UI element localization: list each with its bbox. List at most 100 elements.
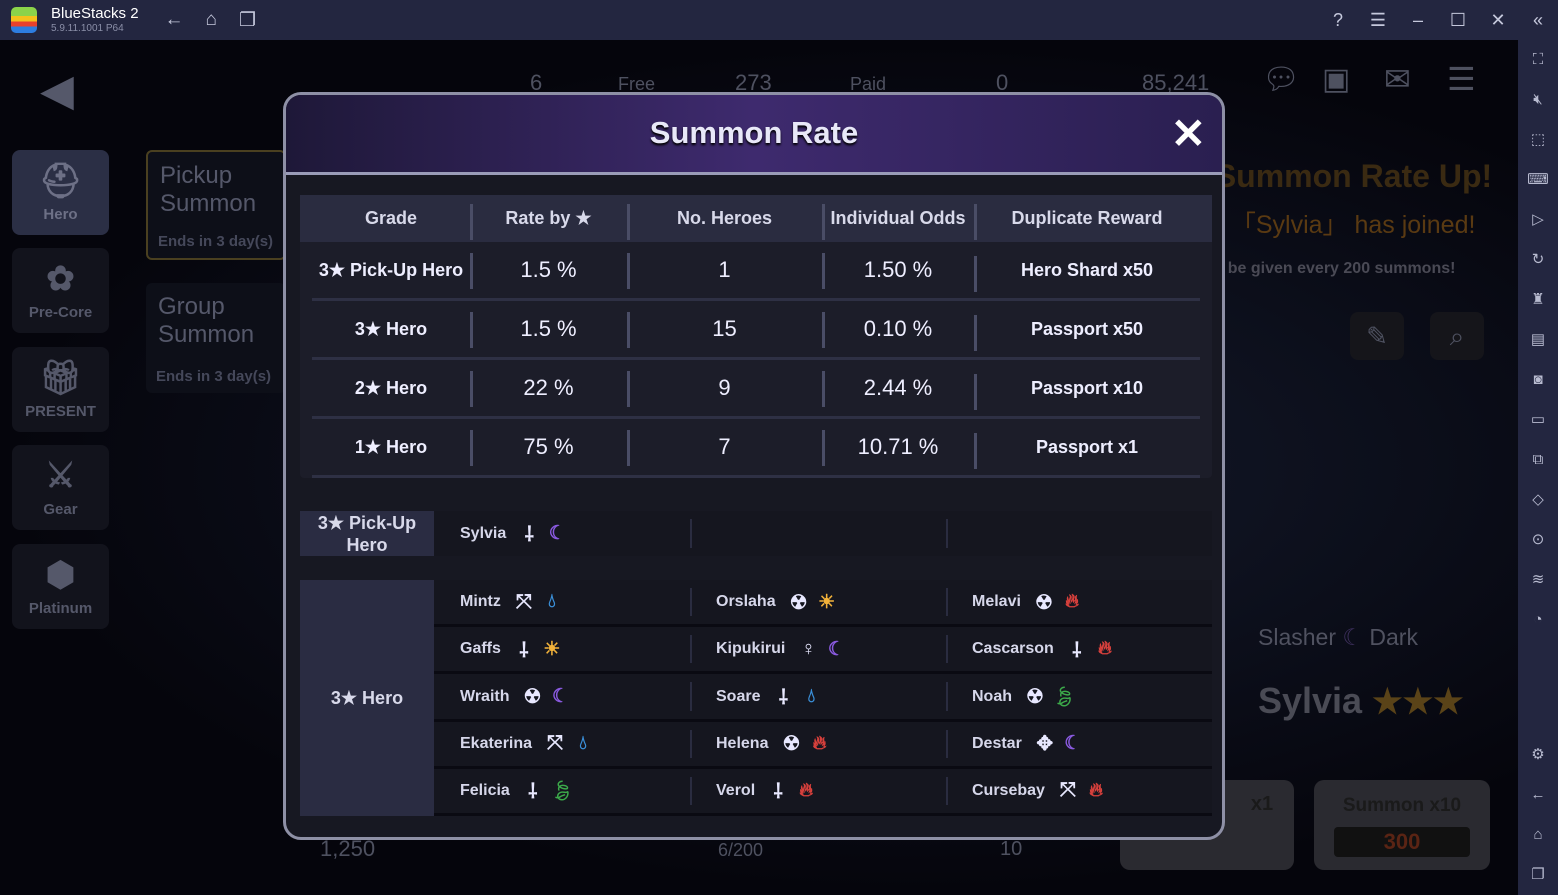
speed-icon[interactable]: ◔ bbox=[1518, 600, 1558, 640]
water-element-icon: 💧︎ bbox=[807, 685, 816, 707]
android-home-icon[interactable]: ⌂ bbox=[1518, 815, 1558, 855]
striker-class-icon: ☢ bbox=[1026, 686, 1044, 708]
promo-headline: Pick-Up Hero Summon Rate Up! bbox=[1005, 158, 1493, 194]
hero-name: Destar bbox=[972, 734, 1022, 752]
hero-name: Sylvia ★★★ bbox=[1258, 680, 1464, 721]
empty-cell bbox=[690, 511, 946, 556]
hero-row: Gaffs ⸸ ☀ Kipukirui ♀ ☾ Cascarson ⸸ 🔥︎ bbox=[434, 627, 1212, 675]
helmet-icon: ⛑ bbox=[38, 162, 83, 200]
macro-icon[interactable]: ▷ bbox=[1518, 200, 1558, 240]
nav-present[interactable]: 🎁︎ PRESENT bbox=[12, 347, 109, 432]
folder-icon[interactable]: ▭ bbox=[1518, 400, 1558, 440]
hero-info-button[interactable]: ✎ bbox=[1350, 312, 1404, 360]
rate-row: 3★ Hero 1.5 % 15 0.10 % Passport x50 bbox=[312, 301, 1200, 360]
event-pickup-summon[interactable]: Pickup Summon Ends in 3 day(s) bbox=[146, 150, 286, 260]
sword-class-icon: ⸸ bbox=[519, 639, 529, 662]
promo-note: ill be given every 200 summons! bbox=[1210, 260, 1456, 277]
light-element-icon: ☀ bbox=[818, 591, 836, 613]
help-icon[interactable]: ? bbox=[1318, 10, 1358, 31]
light-element-icon: ☀ bbox=[543, 638, 561, 660]
chat-icon[interactable]: 💬︎ bbox=[1262, 62, 1300, 97]
nav-platinum[interactable]: ⬢ Platinum bbox=[12, 544, 109, 629]
header-grade: Grade bbox=[364, 208, 418, 228]
hero-name: Orslaha bbox=[716, 593, 776, 611]
sword-class-icon: ⸸ bbox=[524, 524, 534, 546]
keyboard-icon[interactable]: ⌨ bbox=[1518, 160, 1558, 200]
maximize-icon[interactable]: ☐ bbox=[1438, 10, 1478, 31]
hero-entry: Noah ☢ 🍃︎ bbox=[946, 674, 1202, 718]
hero-entry: Mintz ⤧ 💧︎ bbox=[434, 580, 690, 624]
multi-instance-icon[interactable]: ❐ bbox=[239, 9, 256, 32]
pointer-icon[interactable]: ⬚ bbox=[1518, 120, 1558, 160]
screenshot-icon[interactable]: ◙ bbox=[1518, 360, 1558, 400]
rate-cell: 1.5 % bbox=[470, 312, 627, 348]
rate-cell: Passport x10 bbox=[974, 373, 1200, 410]
dark-element-icon: ☾ bbox=[827, 638, 845, 660]
hero-row: Felicia ⸸ 🍃︎ Verol ⸸ 🔥︎ Cursebay ⤧ 🔥︎ bbox=[434, 768, 1212, 817]
recent-apps-icon[interactable]: ❐ bbox=[1518, 855, 1558, 895]
rotate-icon[interactable]: ↻ bbox=[1518, 240, 1558, 280]
multi-instance-sync-icon[interactable]: ⧉ bbox=[1518, 440, 1558, 480]
hero-entry: Felicia ⸸ 🍃︎ bbox=[434, 769, 690, 813]
sword-class-icon: ⸸ bbox=[1072, 639, 1082, 662]
summon-x10-button[interactable]: Summon x10 300 bbox=[1314, 780, 1490, 870]
pickup-label: 3★ Pick-Up Hero bbox=[300, 511, 434, 556]
hero-name: Ekaterina bbox=[460, 734, 533, 752]
hero-row: Sylvia ⸸ ☾ bbox=[434, 511, 1212, 556]
sword-class-icon: ⸸ bbox=[528, 781, 538, 804]
back-icon[interactable]: ← bbox=[165, 9, 184, 31]
event-group-summon[interactable]: Group Summon Ends in 3 day(s) bbox=[146, 283, 286, 393]
collapse-sidebar-icon[interactable]: « bbox=[1518, 10, 1558, 31]
nav-hero[interactable]: ⛑ Hero bbox=[12, 150, 109, 235]
hero-entry: Soare ⸸ 💧︎ bbox=[690, 674, 946, 718]
nav-pre-core[interactable]: ✿ Pre-Core bbox=[12, 248, 109, 333]
game-back-icon[interactable]: ◀ bbox=[40, 65, 74, 116]
rate-cell: 1.5 % bbox=[470, 253, 627, 289]
apk-icon[interactable]: ▤ bbox=[1518, 320, 1558, 360]
app-name: BlueStacks 2 bbox=[51, 5, 139, 22]
hero-entry: Ekaterina ⤧ 💧︎ bbox=[434, 722, 690, 766]
location-icon[interactable]: ⊙ bbox=[1518, 520, 1558, 560]
three-star-label: 3★ Hero bbox=[300, 580, 434, 816]
hero-name: Noah bbox=[972, 687, 1012, 705]
header-reward: Duplicate Reward bbox=[974, 204, 1200, 240]
rate-cell: 7 bbox=[627, 430, 822, 466]
rate-cell: 3★ Hero bbox=[354, 318, 428, 339]
hero-entry: Destar ✥ ☾ bbox=[946, 722, 1202, 766]
game-menu-icon[interactable]: ☰ bbox=[1447, 60, 1476, 98]
game-controls-icon[interactable]: ♜ bbox=[1518, 280, 1558, 320]
menu-icon[interactable]: ☰ bbox=[1358, 10, 1398, 31]
hero-name: Verol bbox=[716, 781, 756, 799]
hero-entry: Melavi ☢ 🔥︎ bbox=[946, 580, 1202, 624]
fullscreen-icon[interactable]: ⛶ bbox=[1518, 40, 1558, 80]
home-icon[interactable]: ⌂ bbox=[206, 9, 217, 31]
water-element-icon: 💧︎ bbox=[548, 591, 556, 613]
minimize-icon[interactable]: – bbox=[1398, 10, 1438, 31]
fire-element-icon: 🔥︎ bbox=[1064, 591, 1079, 613]
hero-entry: Orslaha ☢ ☀ bbox=[690, 580, 946, 624]
bow-class-icon: ⤧ bbox=[515, 590, 532, 613]
bow-class-icon: ⤧ bbox=[547, 732, 564, 755]
layers-icon[interactable]: ≋ bbox=[1518, 560, 1558, 600]
eco-mode-icon[interactable]: ◇ bbox=[1518, 480, 1558, 520]
fire-element-icon: 🔥︎ bbox=[1088, 779, 1103, 801]
settings-icon[interactable]: ⚙ bbox=[1518, 735, 1558, 775]
rate-cell: Hero Shard x50 bbox=[974, 255, 1200, 292]
header-odds: Individual Odds bbox=[822, 204, 974, 240]
volume-icon[interactable]: 🔇︎ bbox=[1518, 80, 1558, 120]
android-back-icon[interactable]: ← bbox=[1518, 775, 1558, 815]
promo-joined: n 「Sylvia」 has joined! bbox=[1210, 211, 1476, 239]
search-button[interactable]: ⌕ bbox=[1430, 312, 1484, 360]
close-dialog-button[interactable]: ✕ bbox=[1171, 113, 1206, 155]
rate-cell: 1 bbox=[627, 253, 822, 289]
mail-icon[interactable]: ✉ bbox=[1384, 60, 1411, 98]
inventory-icon[interactable]: ▣ bbox=[1322, 62, 1350, 97]
bow-class-icon: ⤧ bbox=[1059, 779, 1076, 802]
nav-label: Platinum bbox=[28, 600, 93, 617]
nav-gear[interactable]: ⚔ Gear bbox=[12, 445, 109, 530]
close-window-icon[interactable]: ✕ bbox=[1478, 10, 1518, 31]
sword-class-icon: ⸸ bbox=[773, 781, 783, 804]
pickup-section: 3★ Pick-Up Hero Sylvia ⸸ ☾ bbox=[300, 511, 1212, 556]
rate-cell: 22 % bbox=[470, 371, 627, 407]
mage-class-icon: ♀ bbox=[800, 637, 816, 660]
